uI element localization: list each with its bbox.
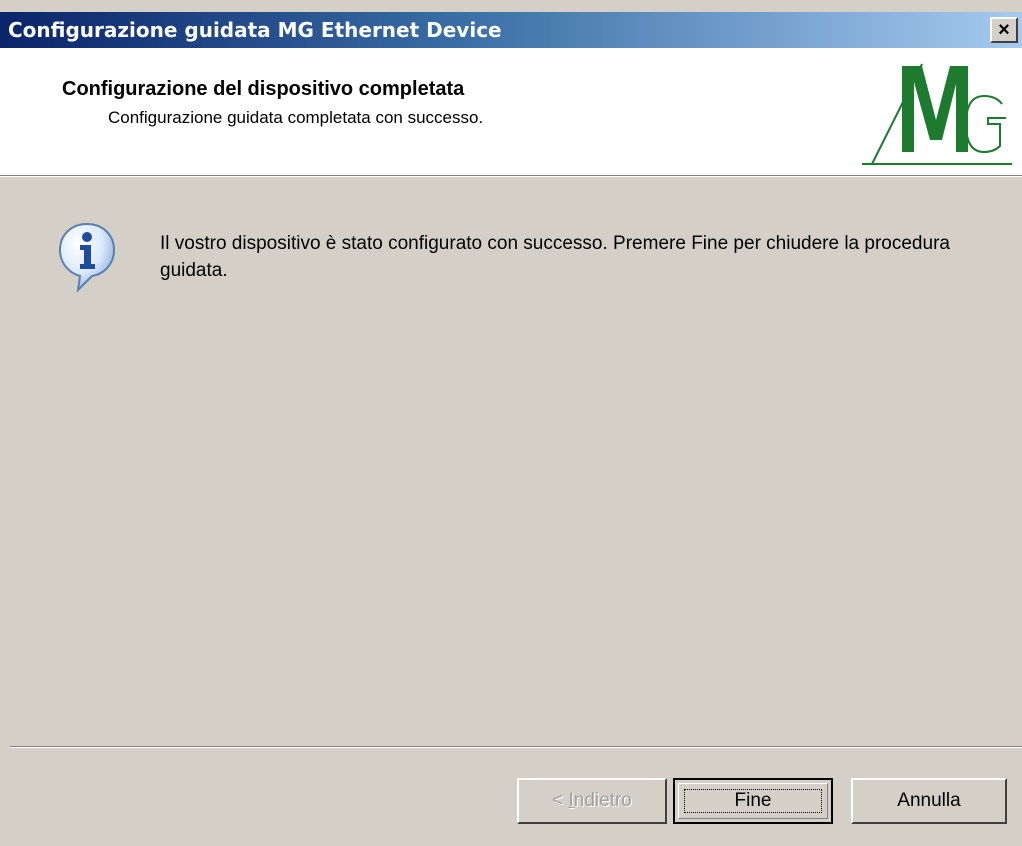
close-icon: × — [998, 18, 1010, 41]
wizard-window: Configurazione guidata MG Ethernet Devic… — [0, 0, 1022, 846]
finish-button-label: Fine — [734, 790, 772, 811]
info-icon — [58, 222, 116, 292]
page-title: Configurazione del dispositivo completat… — [62, 78, 465, 100]
header-divider-highlight — [0, 176, 1022, 177]
back-button-label: < Indietro — [552, 790, 632, 811]
window-title: Configurazione guidata MG Ethernet Devic… — [8, 18, 502, 42]
page-subtitle: Configurazione guidata completata con su… — [108, 108, 484, 127]
wizard-header: Configurazione del dispositivo completat… — [0, 48, 1022, 175]
back-button[interactable]: < Indietro — [517, 778, 667, 824]
close-button[interactable]: × — [990, 17, 1018, 43]
title-bar[interactable]: Configurazione guidata MG Ethernet Devic… — [0, 12, 1022, 48]
footer-divider-highlight — [10, 747, 1022, 748]
finish-button[interactable]: Fine — [673, 778, 833, 824]
cancel-button-label: Annulla — [897, 790, 961, 811]
mg-logo-icon — [862, 63, 1012, 165]
info-message: Il vostro dispositivo è stato configurat… — [160, 233, 950, 281]
cancel-button[interactable]: Annulla — [851, 778, 1007, 824]
